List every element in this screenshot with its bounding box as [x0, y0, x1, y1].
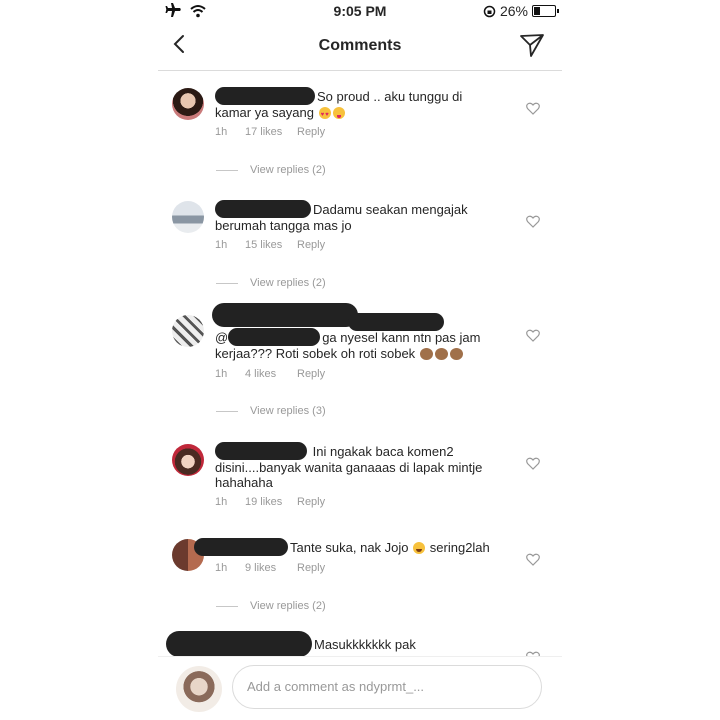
- direct-send-icon[interactable]: [518, 31, 546, 59]
- comment-time: 1h: [215, 368, 228, 380]
- view-replies-label[interactable]: View replies (2): [250, 164, 326, 176]
- comment-text-line: kerjaa??? Roti sobek oh roti sobek: [215, 346, 416, 361]
- comment-time: 1h: [215, 239, 228, 251]
- instagram-comments-screen: 9:05 PM 26% Comments So proud .. aku tun…: [158, 0, 562, 720]
- redacted-username: [194, 538, 288, 556]
- view-replies[interactable]: View replies (2): [216, 164, 326, 176]
- status-bar: 9:05 PM 26%: [158, 0, 562, 22]
- comment-likes[interactable]: 4 likes: [245, 368, 297, 380]
- view-replies-label[interactable]: View replies (2): [250, 600, 326, 612]
- comment-text-line: berumah tangga mas jo: [215, 218, 352, 233]
- redacted-username: [215, 200, 311, 218]
- comment-likes[interactable]: 15 likes: [245, 239, 297, 251]
- redacted-username: [166, 631, 312, 656]
- comment-meta: 1h 19 likes Reply: [215, 496, 325, 508]
- redacted-mention: [228, 328, 321, 346]
- heart-outline-icon[interactable]: [526, 102, 540, 115]
- reply-button[interactable]: Reply: [297, 562, 325, 574]
- divider: [216, 605, 238, 607]
- avatar[interactable]: [172, 88, 204, 120]
- comment-text-line: Ini ngakak baca komen2: [312, 444, 454, 459]
- comment-text-line: hahahaha: [215, 475, 273, 490]
- mention-prefix: @: [215, 330, 229, 345]
- status-right: 26%: [483, 3, 559, 19]
- comment-text: Masukkkkkkk pak: [166, 631, 466, 656]
- redacted-username: [215, 87, 315, 105]
- view-replies[interactable]: View replies (2): [216, 277, 326, 289]
- avatar[interactable]: [172, 315, 204, 347]
- avatar[interactable]: [176, 666, 222, 712]
- view-replies-label[interactable]: View replies (3): [250, 405, 326, 417]
- comment-likes[interactable]: 17 likes: [245, 126, 297, 138]
- comment-text-line: sering2lah: [429, 540, 490, 555]
- comment-likes[interactable]: 19 likes: [245, 496, 297, 508]
- battery-percent: 26%: [499, 3, 528, 19]
- joy-emoji-icon: [413, 542, 426, 554]
- comment-text-line: Tante suka, nak Jojo: [290, 540, 409, 555]
- view-replies[interactable]: View replies (2): [216, 600, 326, 612]
- heart-outline-icon[interactable]: [526, 553, 540, 566]
- comment-time: 1h: [215, 126, 228, 138]
- heart-outline-icon[interactable]: [526, 457, 540, 470]
- comment-text-line: disini....banyak wanita ganaaas di lapak…: [215, 460, 483, 475]
- header: Comments: [158, 22, 562, 71]
- reply-button[interactable]: Reply: [297, 126, 325, 138]
- heart-outline-icon[interactable]: [526, 215, 540, 228]
- tongue-emoji-icon: [332, 107, 345, 119]
- comment-text: @ ga nyesel kann ntn pas jam kerjaa??? Ro…: [215, 328, 515, 361]
- avatar[interactable]: [172, 201, 204, 233]
- avatar[interactable]: [172, 444, 204, 476]
- reply-button[interactable]: Reply: [297, 368, 325, 380]
- heart-outline-icon[interactable]: [526, 329, 540, 342]
- comment-meta: 1h 15 likes Reply: [215, 239, 325, 251]
- divider: [216, 169, 238, 171]
- rotation-lock-icon: [483, 5, 496, 17]
- page-title: Comments: [318, 37, 402, 54]
- comment-composer: Add a comment as ndyprmt_...: [158, 656, 562, 720]
- comment-meta: 1h 4 likes Reply: [215, 368, 325, 380]
- comment-text-line: Dadamu seakan mengajak: [313, 202, 468, 217]
- comment-time: 1h: [215, 562, 228, 574]
- divider: [216, 282, 238, 284]
- view-replies-label[interactable]: View replies (2): [250, 277, 326, 289]
- redacted-username: [215, 442, 307, 460]
- comment-text: Ini ngakak baca komen2 disini....banyak …: [215, 442, 515, 490]
- comment-text-line: Masukkkkkkk pak: [314, 637, 416, 652]
- comment-likes[interactable]: 9 likes: [245, 562, 297, 574]
- reply-button[interactable]: Reply: [297, 239, 325, 251]
- comment-meta: 1h 17 likes Reply: [215, 126, 325, 138]
- see-no-evil-monkey-emoji-icon: [449, 348, 463, 360]
- comment-text-line: ga nyesel kann ntn pas jam: [322, 330, 481, 345]
- comment-text-line: kamar ya sayang: [215, 105, 314, 120]
- comment-time: 1h: [215, 496, 228, 508]
- comment-text: So proud .. aku tunggu di kamar ya sayan…: [215, 87, 515, 123]
- divider: [216, 410, 238, 412]
- comment-text: Tante suka, nak Jojo sering2lah: [194, 538, 494, 556]
- see-no-evil-monkey-emoji-icon: [434, 348, 448, 360]
- comment-text: Dadamu seakan mengajak berumah tangga ma…: [215, 200, 515, 233]
- comment-text-line: So proud .. aku tunggu di: [317, 89, 463, 104]
- comment-meta: 1h 9 likes Reply: [215, 562, 325, 574]
- see-no-evil-monkey-emoji-icon: [419, 348, 433, 360]
- redacted-username: [212, 303, 358, 327]
- battery-fill: [534, 7, 540, 15]
- reply-button[interactable]: Reply: [297, 496, 325, 508]
- battery-icon: [532, 5, 559, 17]
- comments-list: So proud .. aku tunggu di kamar ya sayan…: [158, 71, 562, 656]
- comment-input[interactable]: Add a comment as ndyprmt_...: [232, 665, 542, 709]
- heart-eyes-emoji-icon: [318, 107, 331, 123]
- view-replies[interactable]: View replies (3): [216, 405, 326, 417]
